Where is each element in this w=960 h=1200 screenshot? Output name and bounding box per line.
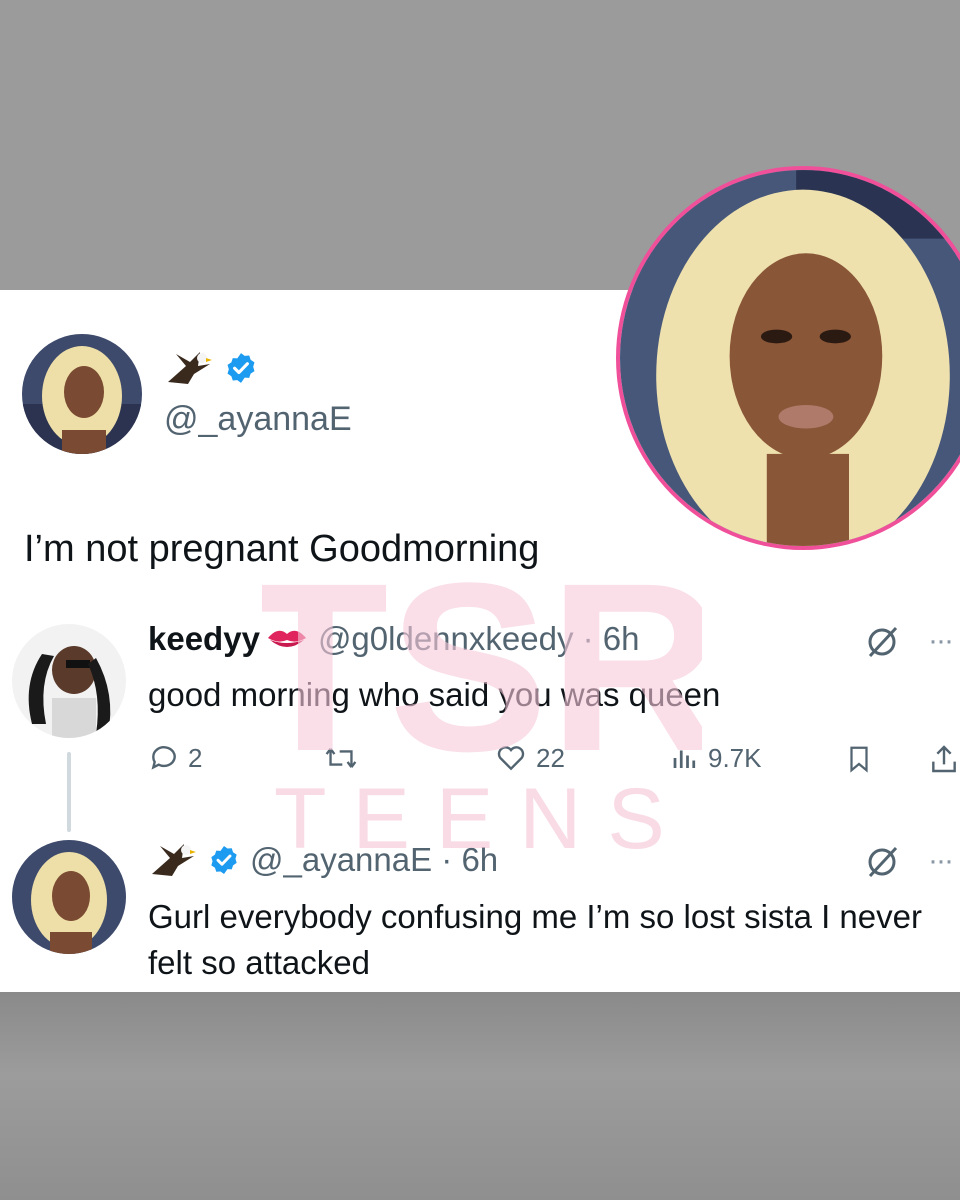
eagle-emoji-icon [148, 840, 198, 880]
share-button[interactable] [928, 742, 960, 776]
views-count: 9.7K [708, 742, 762, 773]
reply2-text: Gurl everybody confusing me I’m so lost … [148, 898, 922, 981]
verified-badge-icon [224, 351, 258, 385]
verified-badge-icon [208, 844, 240, 876]
bookmark-button[interactable] [844, 742, 874, 776]
main-handle[interactable]: @_ayannaE [164, 400, 352, 439]
more-icon[interactable]: ··· [928, 624, 954, 658]
avatar[interactable] [22, 334, 142, 454]
reply-button[interactable]: 2 [148, 742, 202, 774]
reply-icon [148, 742, 180, 774]
reply2-avatar[interactable] [12, 840, 126, 954]
watermark-sub: TEENS [274, 771, 691, 867]
reply1-display-name[interactable]: keedyy [148, 620, 260, 658]
watermark-logo: TSR [262, 560, 702, 760]
watermark-logo-text: TSR [262, 560, 702, 760]
reply1-avatar[interactable] [12, 624, 126, 738]
more-icon[interactable]: ··· [928, 844, 954, 878]
thread-line [67, 752, 71, 832]
grok-icon[interactable] [864, 624, 900, 660]
background-bottom [0, 992, 960, 1200]
share-icon [928, 742, 960, 776]
reply-count: 2 [188, 742, 203, 773]
bookmark-icon [844, 742, 874, 776]
eagle-emoji-icon [164, 348, 214, 388]
grok-icon[interactable] [864, 844, 900, 880]
